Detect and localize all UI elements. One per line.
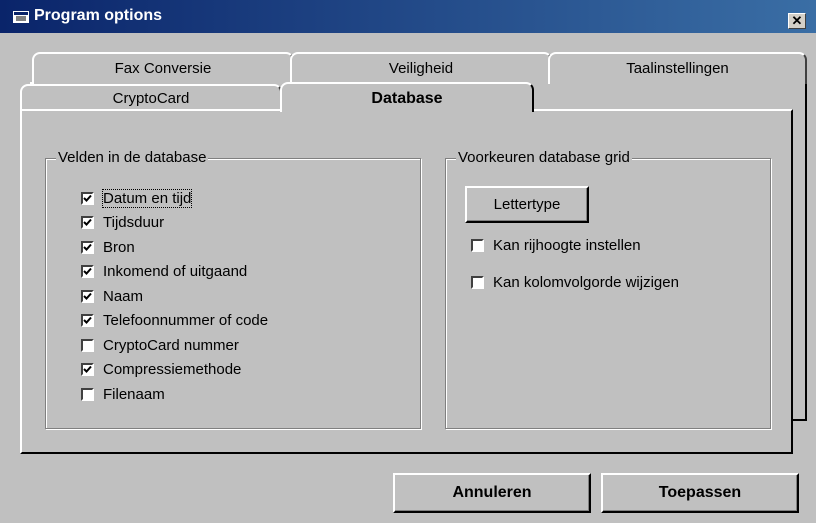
tab-label: Veiligheid xyxy=(388,60,454,77)
checkbox-row[interactable]: Kan rijhoogte instellen xyxy=(471,235,641,255)
checkbox-row[interactable]: Naam xyxy=(81,286,143,306)
tab-fax-conversie[interactable]: Fax Conversie xyxy=(32,52,294,84)
grid-group-legend: Voorkeuren database grid xyxy=(456,149,632,166)
tab-database[interactable]: Database xyxy=(280,82,534,112)
checkbox[interactable] xyxy=(471,275,484,289)
checkbox-row[interactable]: Inkomend of uitgaand xyxy=(81,262,247,282)
tab-label: Fax Conversie xyxy=(114,60,212,77)
checkmark-icon xyxy=(83,194,92,202)
checkbox-row[interactable]: Tijdsduur xyxy=(81,213,164,233)
tab-panel-database: Velden in de database Datum en tijd Tijds… xyxy=(20,109,793,454)
tab-taalinstellingen[interactable]: Taalinstellingen xyxy=(548,52,807,84)
checkbox-label: Bron xyxy=(103,238,135,256)
grid-preferences-group: Voorkeuren database grid Lettertype Kan … xyxy=(445,149,771,429)
checkbox[interactable] xyxy=(81,289,94,303)
checkbox[interactable] xyxy=(81,191,94,205)
checkbox[interactable] xyxy=(81,338,94,352)
checkbox[interactable] xyxy=(81,363,94,376)
checkmark-icon xyxy=(83,267,92,275)
checkbox-row[interactable]: Bron xyxy=(81,237,135,257)
checkbox[interactable] xyxy=(81,265,94,278)
checkbox-label: Kan rijhoogte instellen xyxy=(493,236,641,254)
close-icon: ✕ xyxy=(791,13,803,28)
close-button[interactable]: ✕ xyxy=(788,13,806,29)
checkmark-icon xyxy=(83,365,92,373)
tab-cryptocard[interactable]: CryptoCard xyxy=(20,84,282,111)
checkbox-label: Inkomend of uitgaand xyxy=(103,263,248,280)
lettertype-button[interactable]: Lettertype xyxy=(465,186,589,223)
title-bar: Program options ✕ xyxy=(0,0,816,33)
checkbox-label: Naam xyxy=(103,287,144,305)
toepassen-button[interactable]: Toepassen xyxy=(601,473,799,513)
checkbox[interactable] xyxy=(81,387,94,401)
checkbox[interactable] xyxy=(81,314,94,327)
app-icon xyxy=(13,11,29,23)
checkbox-label: Compressiemethode xyxy=(103,361,242,378)
fields-group: Velden in de database Datum en tijd Tijds… xyxy=(45,149,421,429)
lettertype-label: Lettertype xyxy=(493,196,561,213)
checkbox-row[interactable]: Compressiemethode xyxy=(81,360,241,380)
checkbox-row[interactable]: Filenaam xyxy=(81,384,165,404)
checkbox-label: Tijdsduur xyxy=(103,214,165,231)
checkbox-row[interactable]: CryptoCard nummer xyxy=(81,335,239,355)
window-title: Program options xyxy=(34,7,163,24)
checkmark-icon xyxy=(83,316,92,324)
checkbox-label: Telefoonnummer of code xyxy=(103,312,269,329)
checkbox[interactable] xyxy=(81,240,94,254)
toepassen-label: Toepassen xyxy=(658,484,742,501)
checkbox-label: CryptoCard nummer xyxy=(103,336,239,354)
checkbox-row[interactable]: Datum en tijd xyxy=(81,188,193,208)
annuleren-button[interactable]: Annuleren xyxy=(393,473,591,513)
fields-group-legend: Velden in de database xyxy=(56,149,209,166)
checkmark-icon xyxy=(83,243,92,251)
checkbox-label: Filenaam xyxy=(103,385,165,403)
annuleren-label: Annuleren xyxy=(452,484,532,501)
checkbox-label: Kan kolomvolgorde wijzigen xyxy=(493,273,679,291)
checkmark-icon xyxy=(83,218,92,226)
checkbox[interactable] xyxy=(81,216,94,229)
checkbox-row[interactable]: Telefoonnummer of code xyxy=(81,311,268,331)
tab-veiligheid[interactable]: Veiligheid xyxy=(290,52,552,84)
tab-label: CryptoCard xyxy=(112,90,190,107)
checkbox-row[interactable]: Kan kolomvolgorde wijzigen xyxy=(471,272,679,292)
checkbox[interactable] xyxy=(471,238,484,252)
checkmark-icon xyxy=(83,292,92,300)
checkbox-label: Datum en tijd xyxy=(101,188,193,208)
tab-label: Database xyxy=(371,90,443,107)
tab-label: Taalinstellingen xyxy=(626,60,729,77)
